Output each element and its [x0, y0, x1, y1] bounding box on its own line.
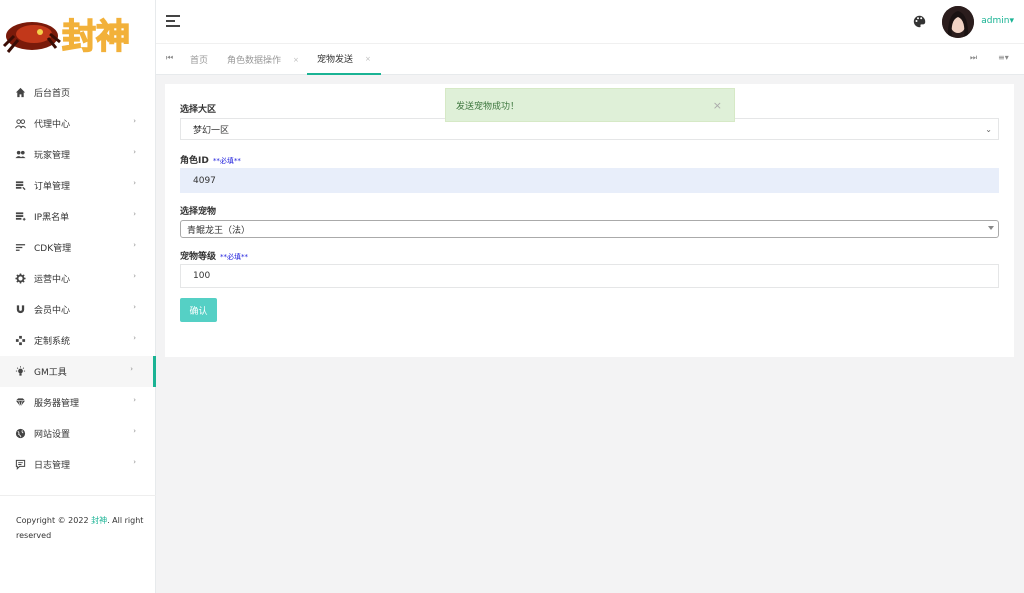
sidebar-item-label: 代理中心	[34, 120, 71, 130]
copyright-brand-link[interactable]: 封神	[91, 516, 107, 525]
sidebar-nav: 后台首页 代理中心 › 玩家管理 › 订单管理 › IP黑名单 › CDK管理 …	[0, 77, 156, 480]
sidebar-item-custom[interactable]: 定制系统 ›	[0, 325, 156, 356]
chevron-down-icon: ⌄	[985, 124, 992, 134]
pet-select[interactable]: 青鲲龙王（法）	[180, 220, 999, 238]
sidebar-item-logs[interactable]: 日志管理 ›	[0, 449, 156, 480]
sidebar-item-label: CDK管理	[34, 244, 72, 254]
tabs-menu-icon[interactable]: ≡▾	[998, 53, 1009, 62]
success-alert: 发送宠物成功！ ×	[445, 88, 735, 122]
tabs-scroll-right-icon[interactable]: ⏭	[970, 53, 977, 63]
chevron-right-icon: ›	[133, 148, 136, 156]
sidebar-item-label: 后台首页	[34, 89, 71, 99]
alert-message: 发送宠物成功！	[456, 101, 520, 112]
top-navbar: admin▾	[156, 0, 1024, 44]
avatar[interactable]	[942, 6, 974, 38]
tab-home[interactable]: 首页	[190, 44, 208, 75]
chevron-right-icon: ›	[133, 179, 136, 187]
user-menu[interactable]: admin▾	[981, 16, 1014, 26]
chevron-right-icon: ›	[133, 427, 136, 435]
sidebar-item-servers[interactable]: 服务器管理 ›	[0, 387, 156, 418]
brand-logo[interactable]: 封神	[0, 0, 156, 70]
chevron-right-icon: ›	[133, 210, 136, 218]
diamond-icon	[14, 397, 26, 409]
tab-bar: ⏮ 首页 角色数据操作 × 宠物发送 × ⏭ ≡▾	[156, 44, 1024, 75]
bulb-icon	[14, 366, 26, 378]
required-hint: **必填**	[220, 253, 249, 261]
list-icon	[14, 242, 26, 254]
orders-icon	[14, 180, 26, 192]
chevron-right-icon: ›	[130, 365, 133, 373]
pet-level-input[interactable]: 100	[180, 264, 999, 288]
required-hint: **必填**	[212, 157, 241, 165]
copyright: Copyright © 2022 封神. All right reserved	[16, 516, 144, 540]
region-label: 选择大区	[180, 105, 217, 115]
sidebar-item-agents[interactable]: 代理中心 ›	[0, 108, 156, 139]
chevron-right-icon: ›	[133, 303, 136, 311]
sidebar-item-label: 会员中心	[34, 306, 71, 316]
sidebar-item-label: 日志管理	[34, 461, 71, 471]
sidebar-item-label: GM工具	[34, 368, 67, 378]
sidebar-item-label: 服务器管理	[34, 399, 80, 409]
sidebar-item-players[interactable]: 玩家管理 ›	[0, 139, 156, 170]
sidebar-item-label: 玩家管理	[34, 151, 71, 161]
role-id-label: 角色ID **必填**	[180, 156, 241, 166]
agents-icon	[14, 118, 26, 130]
divider	[0, 495, 156, 496]
globe-icon	[14, 428, 26, 440]
pet-label: 选择宠物	[180, 207, 217, 217]
role-id-input[interactable]: 4097	[180, 168, 999, 193]
sidebar-item-label: 定制系统	[34, 337, 71, 347]
players-icon	[14, 149, 26, 161]
chevron-right-icon: ›	[133, 396, 136, 404]
tabs-scroll-left-icon[interactable]: ⏮	[166, 53, 173, 63]
sidebar-item-label: 订单管理	[34, 182, 71, 192]
chevron-right-icon: ›	[133, 241, 136, 249]
puzzle-icon	[14, 335, 26, 347]
tab-pet-send[interactable]: 宠物发送 ×	[307, 44, 381, 75]
sidebar-item-home[interactable]: 后台首页	[0, 77, 156, 108]
sidebar-item-operations[interactable]: 运营中心 ›	[0, 263, 156, 294]
close-icon[interactable]: ×	[365, 55, 371, 63]
palette-icon[interactable]	[913, 15, 926, 28]
close-icon[interactable]: ×	[713, 99, 722, 112]
pet-level-label: 宠物等级 **必填**	[180, 252, 249, 262]
sidebar-item-label: 运营中心	[34, 275, 71, 285]
pet-send-form: 选择大区 梦幻一区 ⌄ 角色ID **必填** 4097 选择宠物 青鲲龙王（法）…	[165, 84, 1014, 357]
sidebar-item-site-settings[interactable]: 网站设置 ›	[0, 418, 156, 449]
sidebar-item-members[interactable]: 会员中心 ›	[0, 294, 156, 325]
comment-icon	[14, 459, 26, 471]
sidebar-item-label: IP黑名单	[34, 213, 70, 223]
chevron-right-icon: ›	[133, 272, 136, 280]
home-icon	[14, 87, 26, 99]
chevron-right-icon: ›	[133, 334, 136, 342]
tab-role-data[interactable]: 角色数据操作 ×	[227, 44, 299, 75]
logo-text: 封神	[62, 17, 130, 57]
close-icon[interactable]: ×	[293, 56, 299, 64]
sidebar-item-ip-blacklist[interactable]: IP黑名单 ›	[0, 201, 156, 232]
gear-icon	[14, 273, 26, 285]
menu-toggle-icon[interactable]	[166, 15, 180, 27]
sidebar-item-label: 网站设置	[34, 430, 71, 440]
sidebar-item-orders[interactable]: 订单管理 ›	[0, 170, 156, 201]
chevron-right-icon: ›	[133, 117, 136, 125]
confirm-button[interactable]: 确认	[180, 298, 217, 322]
sidebar-item-cdk[interactable]: CDK管理 ›	[0, 232, 156, 263]
blacklist-icon	[14, 211, 26, 223]
magnet-icon	[14, 304, 26, 316]
sidebar: 封神 后台首页 代理中心 › 玩家管理 › 订单管理 › IP黑名单 › CDK…	[0, 0, 156, 593]
sidebar-item-gm-tools[interactable]: GM工具 ›	[0, 356, 156, 387]
dropdown-arrow-icon	[988, 226, 994, 230]
chevron-right-icon: ›	[133, 458, 136, 466]
